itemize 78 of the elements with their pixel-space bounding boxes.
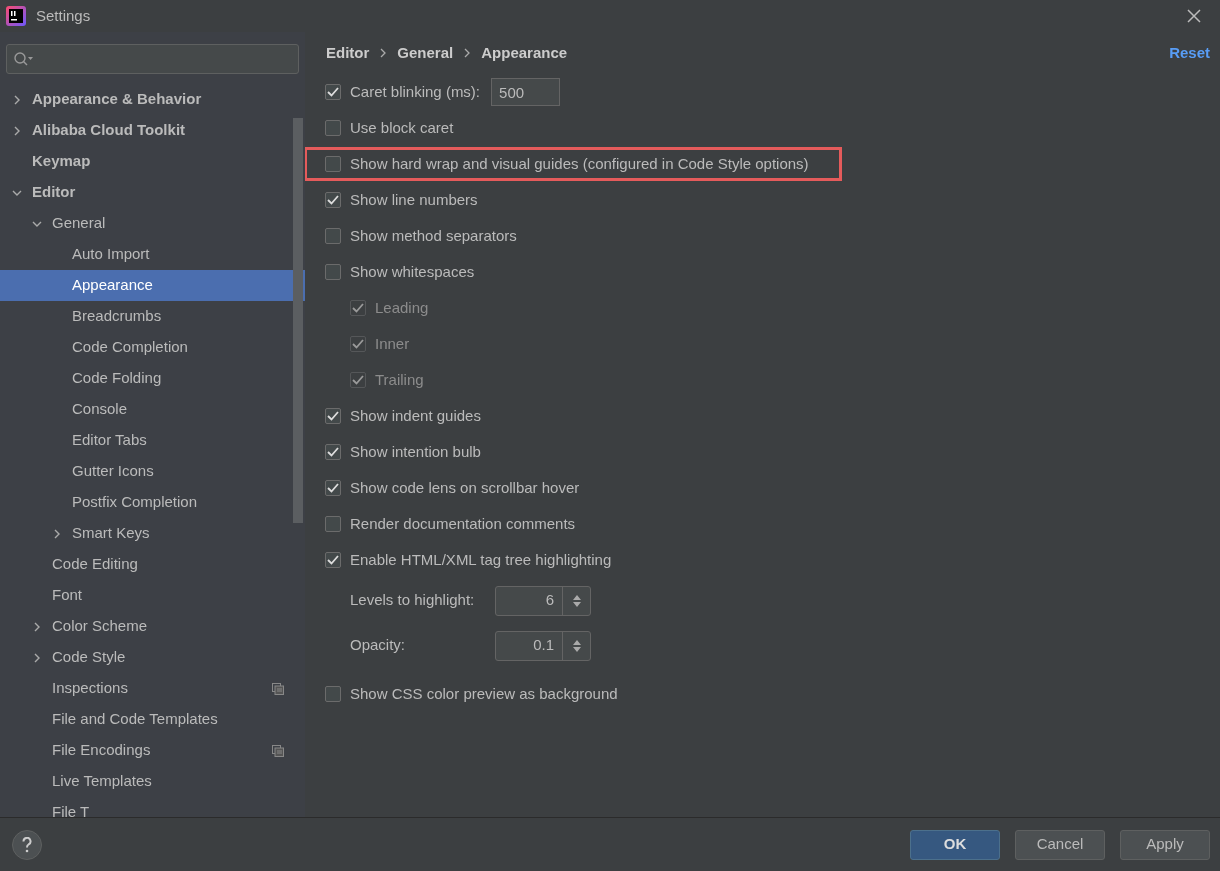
tree-item[interactable]: Code Completion: [0, 332, 305, 363]
text-field[interactable]: 500: [491, 78, 561, 106]
tree-item[interactable]: Alibaba Cloud Toolkit: [0, 115, 305, 146]
spinner-label: Levels to highlight:: [350, 590, 476, 611]
chevron-right-icon[interactable]: [32, 651, 42, 664]
tree-item[interactable]: Appearance & Behavior: [0, 84, 305, 115]
dialog-button[interactable]: Apply: [1120, 829, 1210, 860]
checkbox-label: Inner: [375, 333, 410, 354]
breadcrumb-item[interactable]: General: [396, 41, 455, 65]
tree-item[interactable]: Code Editing: [0, 549, 305, 580]
spinner-label: Opacity:: [350, 635, 407, 656]
checkbox-label: Render documentation comments: [350, 513, 576, 534]
scrollbar[interactable]: [293, 118, 303, 523]
help-button[interactable]: [12, 829, 42, 860]
tree-item[interactable]: Editor Tabs: [0, 425, 305, 456]
chevron-right-icon: [464, 48, 471, 58]
checkbox[interactable]: [325, 480, 341, 496]
search-field[interactable]: [6, 44, 299, 74]
tree-item[interactable]: General: [0, 208, 305, 239]
checkbox-label: Show method separators: [350, 225, 517, 246]
tree-item[interactable]: Postfix Completion: [0, 487, 305, 518]
question-icon: [22, 836, 32, 853]
tree-item[interactable]: Code Folding: [0, 363, 305, 394]
app-logo-icon: [6, 6, 26, 26]
dialog-button[interactable]: OK: [910, 829, 1000, 860]
chevron-right-icon: [380, 48, 387, 58]
checkbox-label: Show CSS color preview as background: [350, 683, 618, 704]
dialog-button[interactable]: Cancel: [1015, 829, 1105, 860]
checkbox-label: Trailing: [375, 369, 424, 390]
close-icon[interactable]: [1187, 9, 1201, 23]
checkbox-label: Show line numbers: [350, 189, 478, 210]
tree-item[interactable]: Console: [0, 394, 305, 425]
breadcrumb-item[interactable]: Appearance: [480, 41, 569, 65]
tree-item[interactable]: Keymap: [0, 146, 305, 177]
number-spinner[interactable]: 0.1: [495, 630, 591, 661]
checkbox[interactable]: [325, 516, 341, 532]
chevron-right-icon[interactable]: [12, 93, 22, 106]
checkbox[interactable]: [325, 686, 341, 702]
checkbox[interactable]: [325, 228, 341, 244]
chevron-right-icon[interactable]: [12, 124, 22, 137]
chevron-right-icon[interactable]: [52, 527, 62, 540]
checkbox[interactable]: [325, 120, 341, 136]
checkbox[interactable]: [325, 408, 341, 424]
chevron-right-icon[interactable]: [32, 620, 42, 633]
tree-item[interactable]: Smart Keys: [0, 518, 305, 549]
tree-item[interactable]: File T: [0, 797, 305, 817]
tree-item[interactable]: Breadcrumbs: [0, 301, 305, 332]
checkbox-label: Show intention bulb: [350, 441, 481, 462]
breadcrumb-item[interactable]: Editor: [325, 41, 371, 65]
tree-item[interactable]: Editor: [0, 177, 305, 208]
checkbox-label: Show code lens on scrollbar hover: [350, 477, 580, 498]
tree-item[interactable]: Appearance: [0, 270, 305, 301]
checkbox-label: Enable HTML/XML tag tree highlighting: [350, 549, 612, 570]
checkbox-label: Show indent guides: [350, 405, 481, 426]
window-title: Settings: [36, 5, 91, 26]
checkbox[interactable]: [325, 84, 341, 100]
reset-link[interactable]: Reset: [1169, 41, 1210, 65]
search-icon: [13, 51, 35, 67]
checkbox-label: Leading: [375, 297, 429, 318]
tree-item[interactable]: Live Templates: [0, 766, 305, 797]
checkbox[interactable]: [325, 192, 341, 208]
checkbox-label: Show hard wrap and visual guides (configured in Code Style options): [350, 153, 809, 174]
tree-item[interactable]: Auto Import: [0, 239, 305, 270]
tree-item[interactable]: Inspections: [0, 673, 305, 704]
checkbox[interactable]: [325, 444, 341, 460]
tree-item[interactable]: Gutter Icons: [0, 456, 305, 487]
checkbox[interactable]: [325, 156, 341, 172]
checkbox-label: Show whitespaces: [350, 261, 475, 282]
checkbox[interactable]: [325, 264, 341, 280]
checkbox-label: Caret blinking (ms):: [350, 81, 481, 102]
checkbox-label: Use block caret: [350, 117, 454, 138]
tree-item[interactable]: Font: [0, 580, 305, 611]
checkbox[interactable]: [325, 552, 341, 568]
tree-item[interactable]: File Encodings: [0, 735, 305, 766]
tree-item[interactable]: File and Code Templates: [0, 704, 305, 735]
tree-item[interactable]: Color Scheme: [0, 611, 305, 642]
tree-item[interactable]: Code Style: [0, 642, 305, 673]
number-spinner[interactable]: 6: [495, 585, 591, 616]
